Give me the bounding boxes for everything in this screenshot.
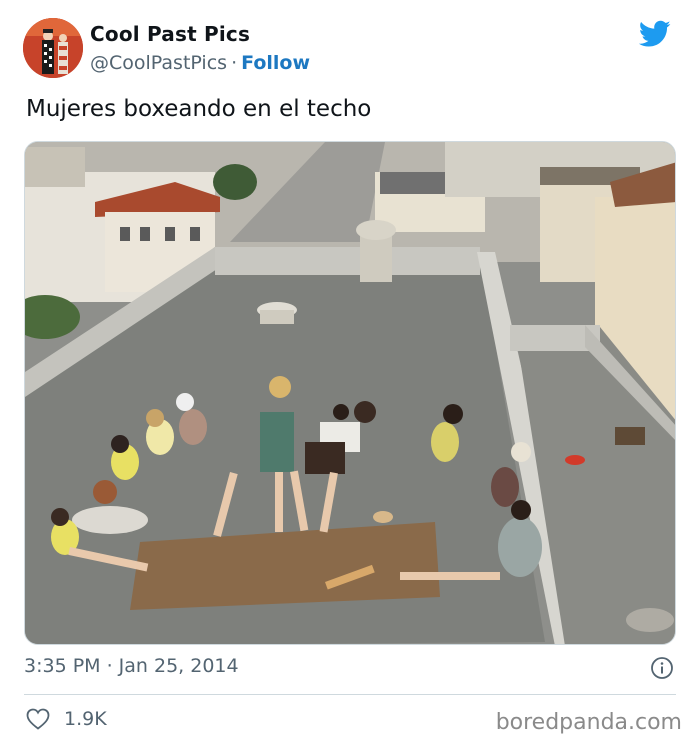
follow-button[interactable]: Follow [241,52,310,74]
heart-icon [26,708,50,730]
display-name[interactable]: Cool Past Pics [90,22,310,46]
tweet-photo[interactable] [24,141,676,645]
info-icon[interactable] [650,656,674,680]
avatar[interactable] [23,18,83,78]
tweet-timestamp[interactable]: 3:35 PM · Jan 25, 2014 [24,655,239,677]
rooftop-boxing-photo [25,142,675,644]
like-button[interactable]: 1.9K [26,708,107,730]
like-count: 1.9K [64,708,107,730]
separator: · [231,52,238,74]
tweet-text: Mujeres boxeando en el techo [26,96,372,122]
divider [24,694,676,695]
source-watermark: boredpanda.com [495,710,682,735]
tweet-header: Cool Past Pics @CoolPastPics · Follow [23,16,683,78]
handle-row: @CoolPastPics · Follow [90,52,310,74]
author-block: Cool Past Pics @CoolPastPics · Follow [90,22,310,74]
twitter-bird-icon[interactable] [639,20,671,48]
handle[interactable]: @CoolPastPics [90,52,227,74]
tweet-card: Cool Past Pics @CoolPastPics · Follow Muje… [0,0,700,747]
